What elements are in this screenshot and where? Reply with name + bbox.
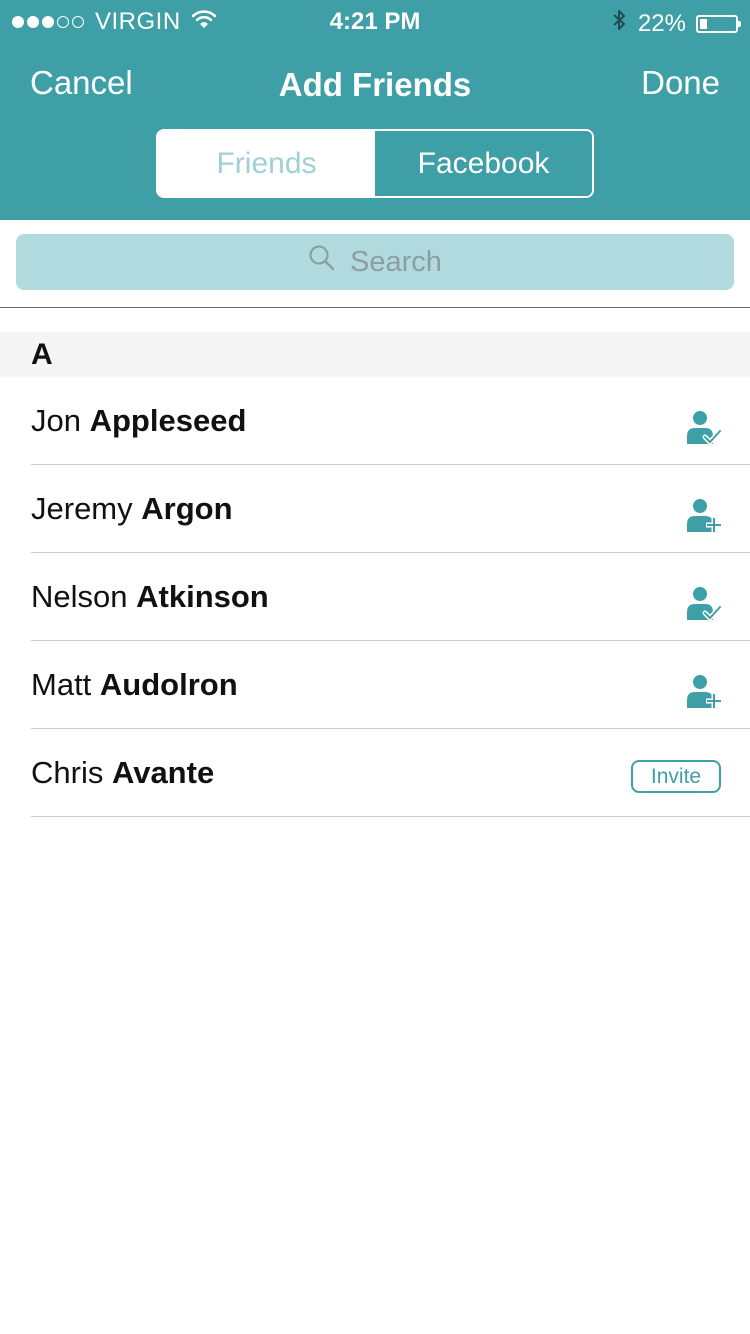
divider — [0, 307, 750, 308]
battery-percent: 22% — [637, 9, 686, 37]
battery-fill — [700, 18, 707, 29]
contact-first-name: Jeremy — [31, 491, 133, 526]
contact-name: Jon Appleseed — [31, 403, 246, 439]
contact-name: Chris Avante — [31, 755, 214, 791]
contact-name: Jeremy Argon — [31, 491, 233, 527]
search-icon — [308, 244, 350, 280]
segmented-control: Friends Facebook — [156, 129, 594, 198]
section-letter: A — [31, 338, 53, 371]
tab-friends[interactable]: Friends — [158, 131, 375, 196]
tab-facebook[interactable]: Facebook — [375, 131, 592, 196]
contact-first-name: Jon — [31, 403, 81, 438]
contact-last-name: Appleseed — [89, 403, 247, 438]
contact-last-name: Atkinson — [136, 579, 269, 614]
search-placeholder: Search — [350, 245, 442, 278]
status-bar: VIRGIN 4:21 PM 22% — [0, 0, 750, 40]
contact-name: Matt Audolron — [31, 667, 238, 703]
list-item[interactable]: Matt Audolron — [0, 641, 750, 729]
list-item[interactable]: Jeremy Argon — [0, 465, 750, 553]
header: VIRGIN 4:21 PM 22% Cancel Add Friends Do… — [0, 0, 750, 220]
person-check-icon[interactable] — [686, 586, 723, 627]
list-item[interactable]: Nelson Atkinson — [0, 553, 750, 641]
list-item[interactable]: Jon Appleseed — [0, 377, 750, 465]
person-add-icon[interactable] — [686, 674, 722, 715]
contact-name: Nelson Atkinson — [31, 579, 269, 615]
person-add-icon[interactable] — [686, 498, 722, 539]
battery-icon — [696, 14, 741, 33]
search-input[interactable]: Search — [16, 234, 734, 290]
bluetooth-icon — [612, 8, 626, 39]
status-right: 22% — [612, 8, 741, 39]
contact-first-name: Chris — [31, 755, 104, 790]
contact-first-name: Nelson — [31, 579, 128, 614]
invite-button[interactable]: Invite — [631, 760, 721, 793]
done-button[interactable]: Done — [641, 64, 720, 102]
row-separator — [31, 816, 750, 817]
person-check-icon[interactable] — [686, 410, 723, 451]
page-title: Add Friends — [278, 66, 472, 103]
contact-last-name: Argon — [141, 491, 233, 526]
contact-first-name: Matt — [31, 667, 92, 702]
list-item[interactable]: Chris Avante Invite — [0, 729, 750, 817]
contact-last-name: Audolron — [99, 667, 238, 702]
section-header: A — [0, 332, 750, 377]
contact-last-name: Avante — [111, 755, 215, 790]
